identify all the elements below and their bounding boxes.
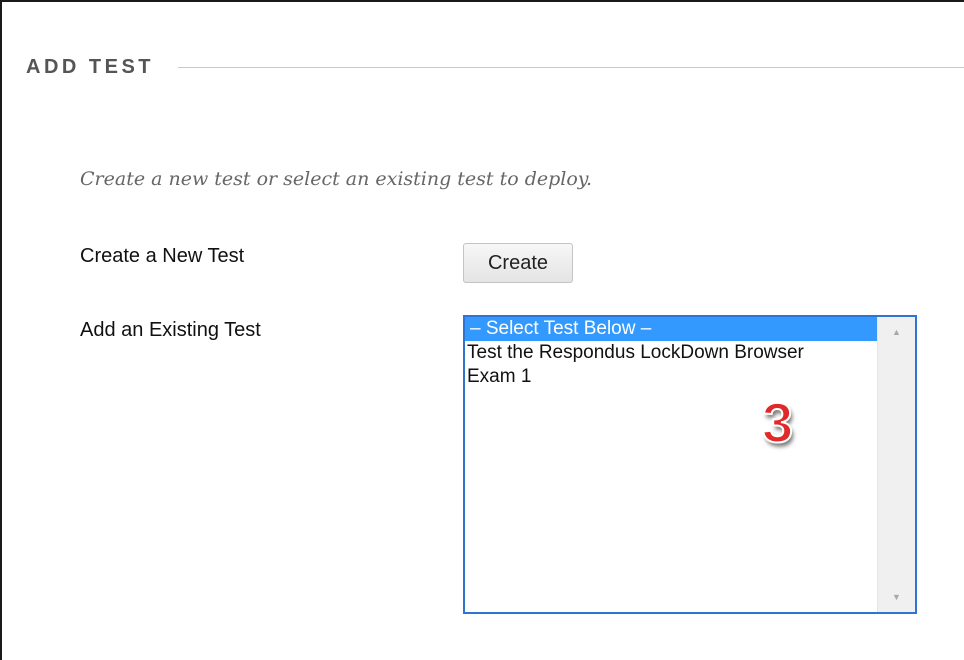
instructions-text: Create a new test or select an existing … [80,168,593,190]
step-number-badge: 3 [761,391,794,454]
section-divider [178,67,964,68]
list-option-exam-1[interactable]: Exam 1 [465,365,877,389]
existing-test-label: Add an Existing Test [80,319,261,341]
existing-test-listbox[interactable]: – Select Test Below – Test the Respondus… [463,315,917,614]
list-option-select-prompt[interactable]: – Select Test Below – [465,317,877,341]
scroll-down-icon[interactable]: ▼ [892,592,901,602]
section-header: ADD TEST [26,56,964,79]
create-test-label: Create a New Test [80,245,245,267]
section-title: ADD TEST [26,56,154,78]
listbox-scrollbar[interactable]: ▲ ▼ [877,317,915,612]
listbox-options: – Select Test Below – Test the Respondus… [465,317,877,389]
list-option-respondus-test[interactable]: Test the Respondus LockDown Browser [465,341,877,365]
create-button[interactable]: Create [463,243,573,283]
scroll-up-icon[interactable]: ▲ [892,327,901,337]
